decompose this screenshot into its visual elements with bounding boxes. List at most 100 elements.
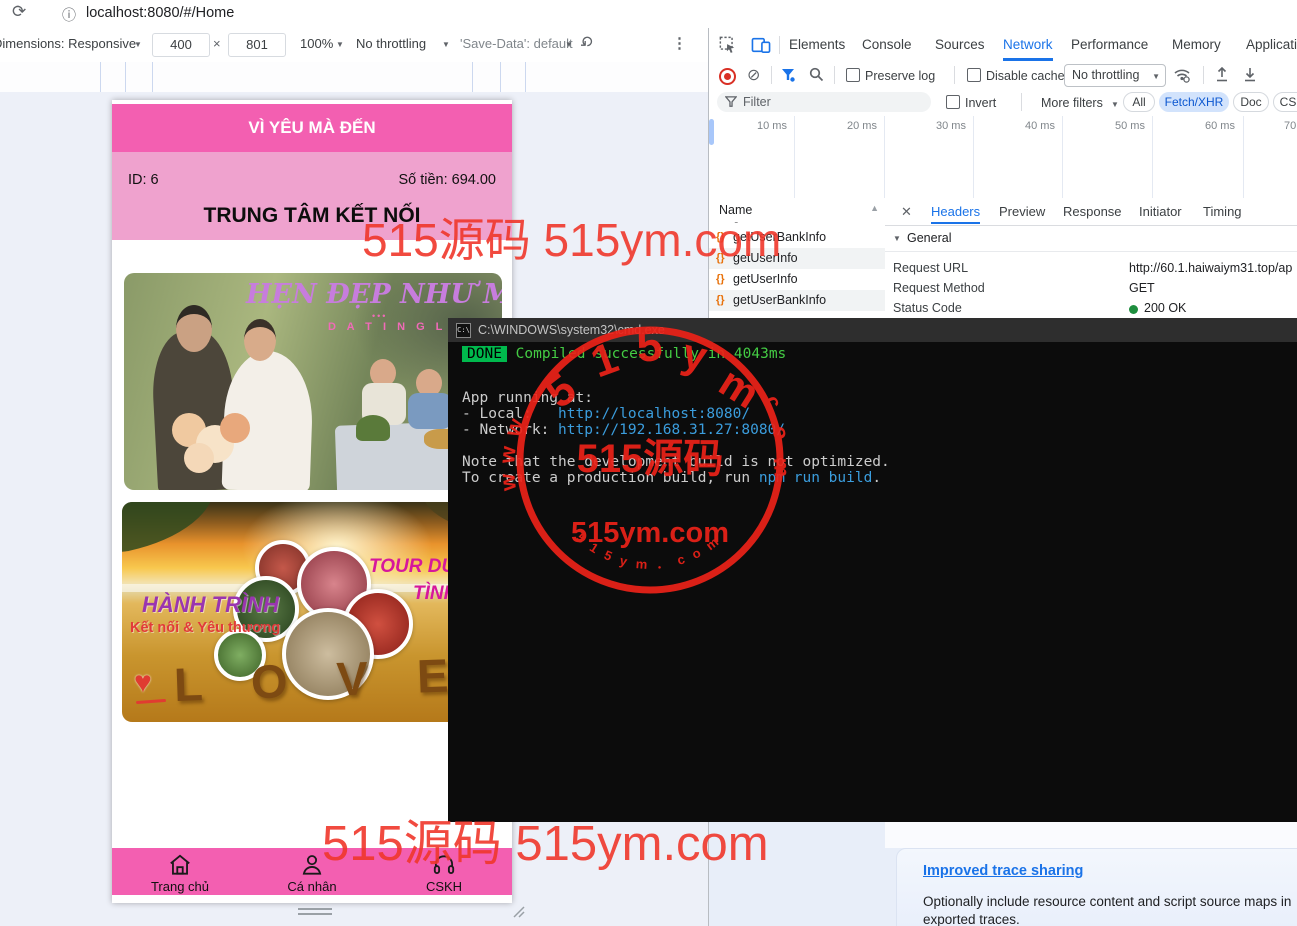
throttling-dropdown[interactable]: No throttling ▼ — [1064, 64, 1166, 87]
disable-cache-label[interactable]: Disable cache — [986, 69, 1065, 83]
network-url-link[interactable]: http://192.168.31.27:8080/ — [558, 422, 785, 438]
close-detail-icon[interactable]: ✕ — [901, 204, 912, 220]
dimensions-times: × — [213, 36, 221, 51]
zoom-select[interactable]: 100% — [300, 36, 333, 51]
network-filter-bar: Filter Invert More filters ▼ All Fetch/X… — [709, 89, 1297, 117]
save-data-caret-icon[interactable]: ▼ — [565, 40, 573, 49]
rotate-viewport-icon[interactable]: ⟲ — [575, 31, 599, 55]
address-bar[interactable]: ⓘ localhost:8080/#/Home — [58, 4, 658, 24]
filter-pill-css[interactable]: CSS — [1273, 92, 1297, 112]
banner-tour[interactable]: TOUR DU TÌNH HÀNH TRÌNH Kết nối & Yêu th… — [122, 502, 502, 722]
banner-dating[interactable]: HẸN ĐẸP NHƯ MƠ ••• D A T I N G L O — [124, 273, 502, 490]
general-section-label: General — [907, 231, 951, 245]
more-filters-caret-icon[interactable]: ▼ — [1111, 100, 1119, 109]
general-disclosure-icon[interactable]: ▼ — [893, 234, 901, 243]
nav-profile[interactable]: Cá nhân — [257, 848, 367, 895]
whats-new-body: Optionally include resource content and … — [923, 893, 1295, 926]
throttling-select[interactable]: No throttling — [356, 36, 426, 51]
requests-column-name[interactable]: Name — [719, 203, 752, 217]
request-row[interactable]: {} getUserBankInfo — [709, 290, 885, 311]
disable-cache-checkbox[interactable] — [967, 68, 981, 82]
url-text[interactable]: localhost:8080/#/Home — [86, 5, 234, 21]
detail-tab-response[interactable]: Response — [1063, 199, 1122, 224]
cmd-title-bar[interactable]: C:\ C:\WINDOWS\system32\cmd.exe — [448, 318, 1297, 342]
devtools-tab-bar: Elements Console Sources Network Perform… — [709, 28, 1297, 63]
page-info-icon[interactable]: ⓘ — [62, 5, 76, 25]
tab-sources[interactable]: Sources — [935, 28, 985, 61]
whats-new-link[interactable]: Improved trace sharing — [923, 863, 1083, 879]
header-row: Request Method GET — [885, 281, 1297, 301]
filter-pill-fetch-xhr[interactable]: Fetch/XHR — [1159, 92, 1229, 112]
device-toolbar-icon[interactable] — [751, 36, 771, 54]
nav-home[interactable]: Trang chủ — [125, 848, 235, 895]
cmd-window[interactable]: C:\ C:\WINDOWS\system32\cmd.exe DONE Com… — [448, 318, 1297, 822]
requests-header[interactable]: Name ▲ — [709, 199, 885, 223]
scroll-up-icon[interactable]: ▲ — [870, 203, 879, 213]
network-conditions-icon[interactable] — [1173, 67, 1191, 83]
network-overview[interactable]: 10 ms 20 ms 30 ms 40 ms 50 ms 60 ms 70 — [709, 116, 1297, 200]
throttling-caret-icon[interactable]: ▼ — [442, 40, 450, 49]
detail-tab-timing[interactable]: Timing — [1203, 199, 1242, 224]
filter-pill-doc[interactable]: Doc — [1233, 92, 1269, 112]
general-section-header[interactable]: ▼ General — [885, 225, 1297, 252]
viewport-corner-grip-icon[interactable] — [510, 903, 526, 919]
cmd-icon: C:\ — [456, 323, 471, 338]
xhr-icon: {} — [716, 248, 725, 269]
tab-network[interactable]: Network — [1003, 28, 1053, 61]
tab-elements[interactable]: Elements — [789, 28, 845, 61]
dimensions-label[interactable]: Dimensions: Responsive — [0, 36, 136, 51]
request-row[interactable]: {} getUserInfo — [709, 248, 885, 269]
filter-pill-all[interactable]: All — [1123, 92, 1155, 112]
detail-tab-initiator[interactable]: Initiator — [1139, 199, 1182, 224]
tick-20ms: 20 ms — [847, 120, 877, 132]
browser-toolbar: ⟳ ⓘ localhost:8080/#/Home — [0, 0, 1297, 29]
local-url-link[interactable]: http://localhost:8080/ — [558, 406, 750, 422]
more-filters-button[interactable]: More filters — [1041, 96, 1103, 110]
record-icon[interactable] — [719, 68, 736, 85]
cmd-output: DONE Compiled successfully in 4043ms App… — [448, 342, 1297, 822]
filter-placeholder: Filter — [743, 95, 771, 109]
heart-logo-icon: ♥ — [134, 666, 152, 700]
tick-30ms: 30 ms — [936, 120, 966, 132]
banner1-subtitle: D A T I N G L O — [328, 321, 466, 333]
refresh-icon[interactable]: ⟳ — [12, 2, 26, 22]
invert-label[interactable]: Invert — [965, 96, 996, 110]
export-har-icon[interactable] — [1243, 67, 1257, 82]
detail-tab-headers[interactable]: Headers — [931, 199, 980, 224]
headset-icon — [431, 852, 457, 878]
import-har-icon[interactable] — [1215, 67, 1229, 82]
tick-50ms: 50 ms — [1115, 120, 1145, 132]
preserve-log-checkbox[interactable] — [846, 68, 860, 82]
viewport-drag-handle[interactable] — [298, 908, 332, 916]
more-options-icon[interactable]: ⋮ — [672, 34, 687, 52]
clear-icon[interactable]: ⊘ — [747, 65, 760, 85]
tab-console[interactable]: Console — [862, 28, 912, 61]
tab-application[interactable]: Application — [1246, 28, 1297, 61]
account-summary: ID: 6 Số tiền: 694.00 TRUNG TÂM KẾT NỐI — [112, 152, 512, 240]
detail-tab-preview[interactable]: Preview — [999, 199, 1045, 224]
invert-checkbox[interactable] — [946, 95, 960, 109]
cmd-line-app-running: App running at: — [462, 390, 593, 406]
tick-10ms: 10 ms — [757, 120, 787, 132]
request-row[interactable]: {} getUserInfo — [709, 269, 885, 290]
viewport-height-input[interactable] — [228, 33, 286, 57]
inspect-icon[interactable] — [719, 36, 737, 54]
preserve-log-label[interactable]: Preserve log — [865, 69, 935, 83]
detail-tab-bar: ✕ Headers Preview Response Initiator Tim… — [885, 199, 1297, 226]
save-data-select[interactable]: 'Save-Data': default — [460, 36, 573, 51]
nav-support[interactable]: CSKH — [389, 848, 499, 895]
search-icon[interactable] — [809, 67, 824, 82]
zoom-caret-icon[interactable]: ▼ — [336, 40, 344, 49]
user-id: ID: 6 — [128, 172, 159, 188]
tab-performance[interactable]: Performance — [1071, 28, 1148, 61]
done-badge: DONE — [462, 346, 507, 362]
filter-input[interactable]: Filter — [717, 92, 931, 112]
request-url-label: Request URL — [893, 261, 968, 275]
status-code-value: 200 OK — [1144, 301, 1186, 315]
request-row[interactable]: {} getUserBankInfo — [709, 227, 885, 248]
section-title: TRUNG TÂM KẾT NỐI — [112, 204, 512, 228]
tab-memory[interactable]: Memory — [1172, 28, 1221, 61]
viewport-width-input[interactable] — [152, 33, 210, 57]
dimensions-caret-icon[interactable]: ▼ — [134, 40, 142, 49]
filter-icon[interactable] — [781, 68, 795, 82]
